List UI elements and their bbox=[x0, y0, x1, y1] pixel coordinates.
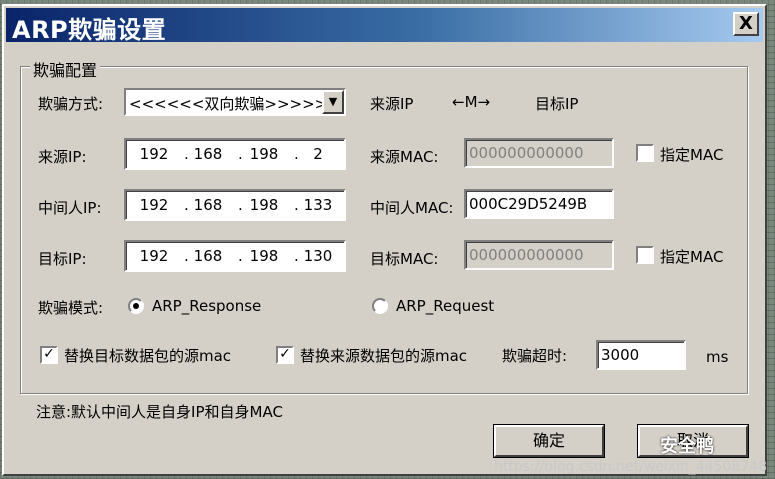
middle-ip-input[interactable]: 192 . 168 . 198 . 133 bbox=[124, 189, 346, 221]
timeout-input[interactable]: 3000 bbox=[596, 340, 686, 370]
ip-octet: 192 bbox=[139, 145, 169, 163]
spoof-mode-label: 欺骗模式: bbox=[38, 299, 104, 317]
replace-target-mac-checkbox[interactable]: ✓ bbox=[40, 346, 58, 364]
ip-octet: 2 bbox=[313, 145, 323, 163]
ip-octet: 168 bbox=[193, 196, 223, 214]
ip-octet: 130 bbox=[303, 247, 333, 265]
arp-response-label: ARP_Response bbox=[152, 297, 262, 315]
ip-octet: 168 bbox=[193, 145, 223, 163]
watermark-url: https://blog.csdn.net/weixin_44508748 bbox=[493, 459, 767, 475]
source-ip-input[interactable]: 192 . 168 . 198 . 2 bbox=[124, 138, 346, 170]
target-specify-mac-label: 指定MAC bbox=[660, 248, 724, 266]
replace-source-mac-label: 替换来源数据包的源mac bbox=[300, 347, 468, 365]
mitm-arrow-text: ←M→ bbox=[452, 93, 491, 111]
timeout-unit: ms bbox=[706, 348, 729, 366]
title-bar[interactable]: ARP欺骗设置 X bbox=[6, 8, 763, 44]
replace-source-mac-checkbox[interactable]: ✓ bbox=[276, 346, 294, 364]
target-mac-field[interactable]: 000000000000 bbox=[464, 240, 614, 270]
chevron-down-icon[interactable]: ▼ bbox=[322, 90, 344, 114]
ip-octet: 192 bbox=[139, 247, 169, 265]
source-mac-label: 来源MAC: bbox=[370, 148, 439, 166]
source-ip-header: 来源IP bbox=[370, 95, 414, 113]
timeout-label: 欺骗超时: bbox=[502, 347, 568, 365]
ip-octet: 198 bbox=[249, 196, 279, 214]
ip-octet: 198 bbox=[249, 247, 279, 265]
note-text: 注意:默认中间人是自身IP和自身MAC bbox=[36, 403, 283, 421]
spoof-method-select[interactable]: <<<<<<双向欺骗>>>>>> ▼ bbox=[124, 88, 346, 116]
config-group-title: 欺骗配置 bbox=[30, 57, 101, 81]
ip-octet: 192 bbox=[139, 196, 169, 214]
middle-ip-label: 中间人IP: bbox=[38, 199, 102, 217]
arp-request-radio[interactable] bbox=[372, 298, 388, 314]
arp-response-radio[interactable] bbox=[128, 298, 144, 314]
middle-mac-label: 中间人MAC: bbox=[370, 199, 454, 217]
source-specify-mac-label: 指定MAC bbox=[660, 146, 724, 164]
source-ip-label: 来源IP: bbox=[38, 148, 87, 166]
ip-octet: 198 bbox=[249, 145, 279, 163]
ip-octet: 133 bbox=[303, 196, 333, 214]
target-specify-mac-checkbox[interactable] bbox=[636, 246, 654, 264]
replace-target-mac-label: 替换目标数据包的源mac bbox=[64, 347, 232, 365]
watermark-brand: 安全鸭 bbox=[660, 436, 714, 457]
target-mac-label: 目标MAC: bbox=[370, 250, 439, 268]
arp-request-label: ARP_Request bbox=[396, 297, 495, 315]
source-mac-field[interactable]: 000000000000 bbox=[464, 138, 614, 168]
middle-mac-field[interactable]: 000C29D5249B bbox=[464, 189, 614, 219]
ip-octet: 168 bbox=[193, 247, 223, 265]
target-ip-header: 目标IP bbox=[535, 95, 579, 113]
close-button[interactable]: X bbox=[733, 12, 759, 36]
spoof-method-value: <<<<<<双向欺骗>>>>>> bbox=[129, 95, 340, 113]
spoof-method-label: 欺骗方式: bbox=[38, 95, 104, 113]
ok-button[interactable]: 确定 bbox=[494, 425, 604, 457]
target-ip-input[interactable]: 192 . 168 . 198 . 130 bbox=[124, 240, 346, 272]
target-ip-label: 目标IP: bbox=[38, 250, 87, 268]
window-title: ARP欺骗设置 bbox=[12, 16, 167, 44]
source-specify-mac-checkbox[interactable] bbox=[636, 144, 654, 162]
